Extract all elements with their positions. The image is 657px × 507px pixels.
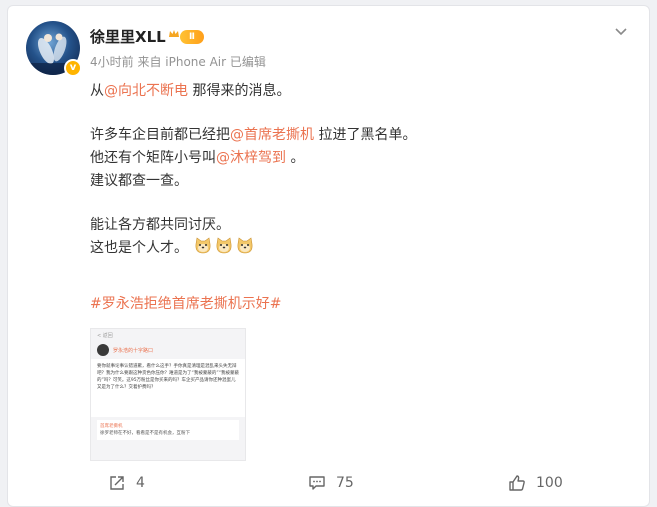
doge-icon — [217, 237, 232, 254]
share-icon — [110, 476, 124, 490]
chevron-down-icon[interactable] — [613, 24, 629, 40]
doge-icon — [238, 237, 253, 254]
hashtag-link[interactable]: #罗永浩拒绝首席老撕机示好# — [90, 293, 281, 316]
share-button[interactable]: 4 — [108, 474, 145, 492]
image-back-label: < 返回 — [97, 333, 113, 339]
mention-link[interactable]: @向北不断电 — [104, 83, 188, 99]
crown-icon — [169, 30, 179, 37]
comment-button[interactable]: 75 — [308, 474, 354, 492]
text: 从 — [90, 83, 104, 99]
image-reply: 首席老撕机 徐罗老师在不好，看看是不是有机会，互粉下 — [97, 420, 239, 440]
content-line: 这也是个人才。 — [90, 237, 630, 260]
content-line: 能让各方都共同讨厌。 — [90, 217, 230, 233]
doge-icon — [196, 237, 211, 254]
like-count: 100 — [536, 475, 563, 491]
text: 。 — [286, 150, 305, 166]
verified-badge-icon: v — [64, 59, 82, 77]
emoji-group — [194, 237, 257, 263]
content-line: 建议都查一查。 — [90, 173, 188, 189]
text: 许多车企目前都已经把 — [90, 127, 230, 143]
share-count: 4 — [136, 475, 145, 491]
action-bar: 4 75 100 — [8, 464, 651, 504]
text: 拉进了黑名单。 — [314, 127, 417, 143]
mention-link[interactable]: @首席老撕机 — [230, 127, 314, 143]
like-button[interactable]: 100 — [508, 474, 563, 492]
content-line: 他还有个矩阵小号叫@沐梓驾到 。 — [90, 147, 630, 170]
level-badge[interactable]: Ⅱ — [180, 30, 204, 44]
post-content: 从@向北不断电 那得来的消息。 许多车企目前都已经把@首席老撕机 拉进了黑名单。… — [90, 80, 630, 260]
text: 那得来的消息。 — [188, 83, 291, 99]
image-reply-name: 首席老撕机 — [100, 424, 123, 429]
content-line: 从@向北不断电 那得来的消息。 — [90, 80, 630, 103]
weibo-post-card: v 徐里里XLL Ⅱ 4小时前 来自 iPhone Air 已编辑 从@向北不断… — [7, 5, 650, 507]
mention-link[interactable]: @沐梓驾到 — [216, 150, 286, 166]
comment-count: 75 — [336, 475, 354, 491]
author-name[interactable]: 徐里里XLL — [90, 26, 166, 47]
image-user-row: 罗永浩的十字路口 — [91, 341, 245, 359]
thumbs-up-icon — [509, 475, 525, 491]
post-meta: 4小时前 来自 iPhone Air 已编辑 — [90, 55, 266, 69]
text: 他还有个矩阵小号叫 — [90, 150, 216, 166]
comment-icon — [309, 476, 325, 490]
attached-image[interactable]: < 返回 罗永浩的十字路口 要你就事论事认错道歉，看什么这手？手你真是清理是混乱… — [90, 328, 246, 461]
text: 这也是个人才。 — [90, 240, 188, 256]
image-post-text: 要你就事论事认错道歉，看什么这手？手你真是清理是混乱来头失无辩吧？我为什么要跟这… — [91, 359, 245, 417]
image-user-name: 罗永浩的十字路口 — [113, 347, 154, 354]
content-line: 许多车企目前都已经把@首席老撕机 拉进了黑名单。 — [90, 124, 630, 147]
image-avatar — [97, 344, 109, 356]
image-reply-text: 徐罗老师在不好，看看是不是有机会，互粉下 — [100, 431, 190, 436]
